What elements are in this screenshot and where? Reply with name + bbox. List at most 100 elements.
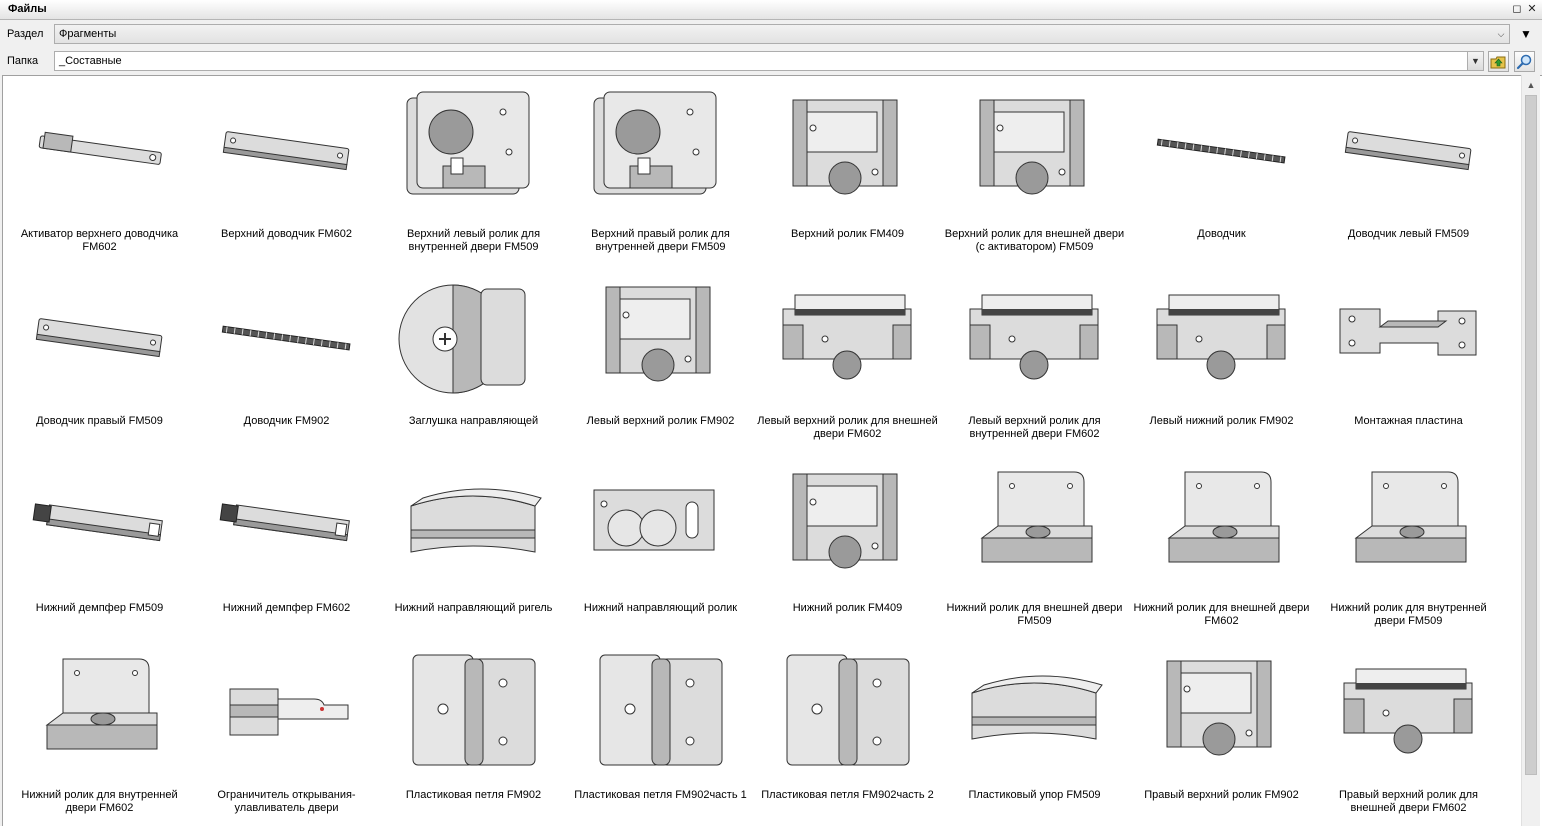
fragment-thumbnail: [578, 269, 743, 409]
fragment-thumbnail: [1326, 643, 1491, 783]
fragment-thumbnail: [765, 456, 930, 596]
fragment-item[interactable]: Нижний направляющий ригель: [380, 450, 567, 637]
fragment-item[interactable]: Пластиковая петля FM902часть 1: [567, 637, 754, 824]
fragment-thumbnail: [765, 82, 930, 222]
fragment-label: Ограничитель открывания-улавливатель две…: [217, 789, 356, 814]
fragment-item[interactable]: Верхний ролик FM409: [754, 76, 941, 263]
fragment-item[interactable]: Ограничитель открывания-улавливатель две…: [193, 637, 380, 824]
fragment-item[interactable]: Доводчик FM902: [193, 263, 380, 450]
scroll-up-icon[interactable]: ▲: [1522, 77, 1540, 93]
fragment-label: Нижний ролик для внешней двери FM509: [946, 602, 1123, 627]
fragment-label: Левый верхний ролик для внутренней двери…: [968, 415, 1101, 440]
close-icon[interactable]: ✕: [1525, 2, 1539, 16]
fragment-thumbnail: [1139, 456, 1304, 596]
fragment-label: Верхний правый ролик для внутренней двер…: [591, 228, 730, 253]
vertical-scrollbar[interactable]: ▲: [1521, 75, 1540, 826]
chevron-down-icon[interactable]: ▼: [1467, 52, 1483, 70]
fragment-label: Пластиковая петля FM902: [405, 789, 542, 801]
fragment-thumbnail: [17, 269, 182, 409]
fragment-item[interactable]: Левый верхний ролик для внутренней двери…: [941, 263, 1128, 450]
fragments-grid: Активатор верхнего доводчика FM602 Верхни…: [2, 75, 1542, 826]
fragment-label: Верхний ролик FM409: [790, 228, 905, 240]
fragment-label: Заглушка направляющей: [408, 415, 539, 427]
fragment-item[interactable]: Нижний ролик для внешней двери FM602: [1128, 450, 1315, 637]
fragment-label: Нижний ролик для внутренней двери FM509: [1330, 602, 1487, 627]
restore-icon[interactable]: ◻: [1510, 2, 1524, 16]
fragment-item[interactable]: Монтажная пластина: [1315, 263, 1502, 450]
section-select[interactable]: Фрагменты ⌵: [54, 24, 1510, 44]
fragment-item[interactable]: Нижний демпфер FM602: [193, 450, 380, 637]
fragment-label: Нижний демпфер FM509: [35, 602, 164, 614]
fragment-item[interactable]: Левый верхний ролик FM902: [567, 263, 754, 450]
fragment-thumbnail: [204, 456, 369, 596]
section-value: Фрагменты: [59, 28, 117, 40]
fragment-item[interactable]: Доводчик левый FM509: [1315, 76, 1502, 263]
fragment-item[interactable]: Пластиковый упор FM509: [941, 637, 1128, 824]
fragment-thumbnail: [391, 643, 556, 783]
fragment-item[interactable]: Доводчик: [1128, 76, 1315, 263]
fragment-thumbnail: [1139, 269, 1304, 409]
fragment-thumbnail: [952, 82, 1117, 222]
fragment-thumbnail: [17, 82, 182, 222]
fragment-item[interactable]: Левый верхний ролик для внешней двери FM…: [754, 263, 941, 450]
fragment-label: Нижний ролик для внешней двери FM602: [1133, 602, 1310, 627]
fragment-label: Нижний направляющий ролик: [583, 602, 738, 614]
fragment-thumbnail: [1326, 269, 1491, 409]
fragment-item[interactable]: Доводчик правый FM509: [6, 263, 193, 450]
fragment-label: Нижний демпфер FM602: [222, 602, 351, 614]
chevron-down-icon[interactable]: ⌵: [1493, 25, 1509, 43]
fragment-label: Доводчик: [1197, 228, 1246, 240]
scrollbar-thumb[interactable]: [1525, 95, 1537, 775]
search-button[interactable]: [1514, 51, 1535, 72]
folder-up-icon: [1490, 56, 1506, 69]
fragment-item[interactable]: Левый нижний ролик FM902: [1128, 263, 1315, 450]
fragment-item[interactable]: Правый верхний ролик FM902: [1128, 637, 1315, 824]
fragment-thumbnail: [391, 456, 556, 596]
fragment-thumbnail: [765, 643, 930, 783]
fragment-thumbnail: [204, 643, 369, 783]
fragment-label: Правый верхний ролик для внешней двери F…: [1338, 789, 1479, 814]
fragment-label: Нижний ролик для внутренней двери FM602: [21, 789, 178, 814]
panel-title: Файлы: [8, 3, 47, 15]
fragment-label: Пластиковая петля FM902часть 1: [574, 789, 747, 801]
fragment-item[interactable]: Нижний ролик для внешней двери FM509: [941, 450, 1128, 637]
fragment-item[interactable]: Правый верхний ролик для внешней двери F…: [1315, 637, 1502, 824]
fragment-thumbnail: [1139, 82, 1304, 222]
fragment-thumbnail: [1326, 82, 1491, 222]
fragment-label: Левый верхний ролик для внешней двери FM…: [757, 415, 938, 440]
folder-value: _Составные: [59, 55, 122, 67]
fragment-label: Верхний ролик для внешней двери (с актив…: [944, 228, 1125, 253]
fragment-item[interactable]: Пластиковая петля FM902часть 2: [754, 637, 941, 824]
fragment-label: Верхний доводчик FM602: [221, 228, 352, 240]
fragment-item[interactable]: Верхний правый ролик для внутренней двер…: [567, 76, 754, 263]
fragment-label: Нижний ролик FM409: [792, 602, 903, 614]
fragment-thumbnail: [578, 82, 743, 222]
fragment-item[interactable]: Пластиковая петля FM902: [380, 637, 567, 824]
panel-menu-icon[interactable]: ▼: [1519, 24, 1533, 44]
folder-select[interactable]: _Составные ▼: [54, 51, 1484, 71]
fragment-item[interactable]: Верхний ролик для внешней двери (с актив…: [941, 76, 1128, 263]
search-icon: [1516, 54, 1532, 70]
fragment-thumbnail: [204, 82, 369, 222]
folder-row: Папка _Составные ▼: [0, 48, 1542, 74]
fragment-thumbnail: [578, 643, 743, 783]
fragment-item[interactable]: Нижний ролик для внутренней двери FM509: [1315, 450, 1502, 637]
fragment-item[interactable]: Нижний демпфер FM509: [6, 450, 193, 637]
fragment-thumbnail: [952, 643, 1117, 783]
fragment-item[interactable]: Нижний направляющий ролик: [567, 450, 754, 637]
fragment-label: Доводчик FM902: [243, 415, 330, 427]
fragment-thumbnail: [17, 456, 182, 596]
panel-title-bar: Файлы ◻ ✕: [0, 0, 1542, 20]
fragment-item[interactable]: Верхний доводчик FM602: [193, 76, 380, 263]
fragment-item[interactable]: Активатор верхнего доводчика FM602: [6, 76, 193, 263]
fragment-label: Левый верхний ролик FM902: [586, 415, 735, 427]
fragment-label: Пластиковый упор FM509: [968, 789, 1101, 801]
folder-label: Папка: [7, 55, 39, 67]
fragment-item[interactable]: Заглушка направляющей: [380, 263, 567, 450]
folder-up-button[interactable]: [1488, 51, 1509, 72]
fragment-label: Доводчик левый FM509: [1347, 228, 1470, 240]
section-label: Раздел: [7, 28, 44, 40]
fragment-item[interactable]: Верхний левый ролик для внутренней двери…: [380, 76, 567, 263]
fragment-item[interactable]: Нижний ролик FM409: [754, 450, 941, 637]
fragment-item[interactable]: Нижний ролик для внутренней двери FM602: [6, 637, 193, 824]
